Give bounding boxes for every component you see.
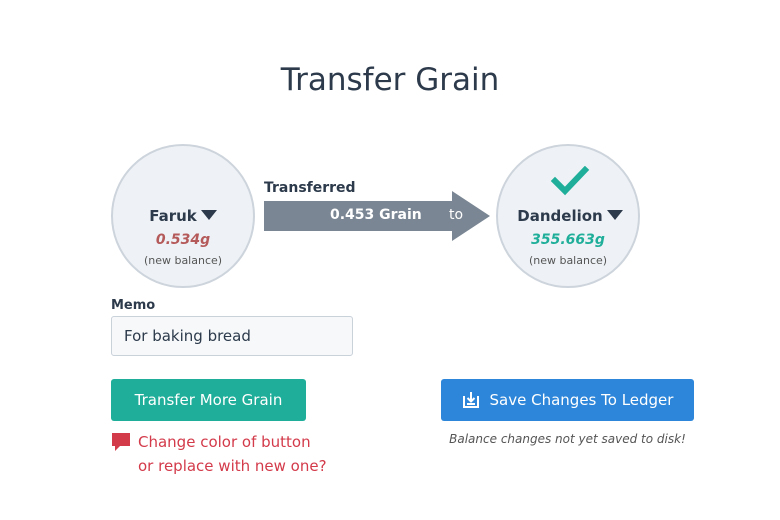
save-download-icon bbox=[462, 392, 479, 408]
memo-label: Memo bbox=[111, 298, 156, 313]
save-to-ledger-button[interactable]: Save Changes To Ledger bbox=[441, 379, 694, 421]
transfer-to-word: to bbox=[449, 207, 464, 223]
check-icon bbox=[550, 166, 590, 196]
comment-line-1: Change color of button bbox=[138, 433, 311, 451]
transfer-amount: 0.453 Grain bbox=[330, 207, 422, 223]
page-title: Transfer Grain bbox=[280, 62, 500, 98]
save-button-label: Save Changes To Ledger bbox=[489, 391, 674, 409]
from-account-name: Faruk bbox=[149, 207, 197, 225]
from-account-circle: Faruk 0.534g (new balance) bbox=[111, 144, 255, 288]
to-account-circle: Dandelion 355.663g (new balance) bbox=[496, 144, 640, 288]
to-account-name: Dandelion bbox=[517, 207, 603, 225]
unsaved-warning: Balance changes not yet saved to disk! bbox=[449, 432, 686, 446]
dropdown-triangle-icon[interactable] bbox=[606, 209, 623, 220]
memo-input[interactable] bbox=[111, 316, 353, 356]
transfer-more-button[interactable]: Transfer More Grain bbox=[111, 379, 306, 421]
comment-line-2: or replace with new one? bbox=[138, 457, 327, 475]
dropdown-triangle-icon[interactable] bbox=[200, 209, 217, 220]
comment-bubble-icon bbox=[112, 433, 130, 451]
to-balance-note: (new balance) bbox=[528, 254, 608, 267]
to-account-selector[interactable]: Dandelion bbox=[500, 207, 640, 225]
from-balance-note: (new balance) bbox=[143, 254, 223, 267]
from-account-selector[interactable]: Faruk bbox=[113, 207, 253, 225]
from-account-balance: 0.534g bbox=[155, 232, 211, 248]
to-account-balance: 355.663g bbox=[531, 232, 605, 248]
